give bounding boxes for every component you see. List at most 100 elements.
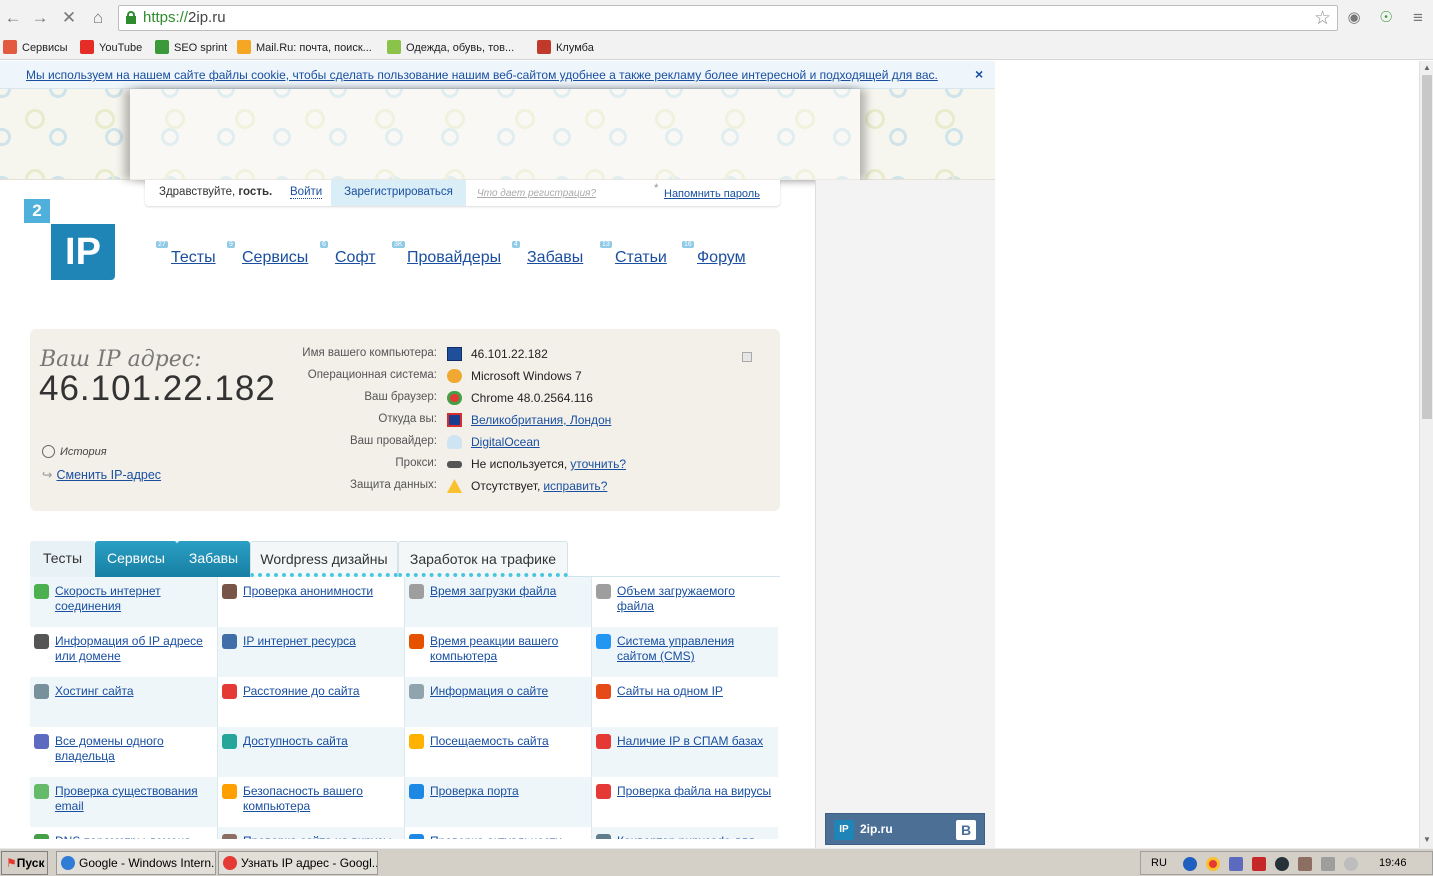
language-indicator[interactable]: RU (1151, 857, 1167, 869)
tool-item[interactable]: Конвертер punycode для (591, 827, 778, 839)
bookmark-star-icon[interactable]: ☆ (1314, 7, 1331, 30)
tool-item[interactable]: Проверка актуальности (404, 827, 591, 839)
tab-3[interactable]: Забавы (177, 541, 250, 577)
detail-value-link[interactable]: исправить? (543, 479, 607, 493)
extension-globe-icon[interactable]: ☉ (1375, 7, 1397, 29)
tool-item[interactable]: Система управления сайтом (CMS) (591, 627, 778, 677)
action-center-icon[interactable] (1321, 857, 1335, 871)
tab-5[interactable]: Заработок на трафике (398, 541, 568, 577)
tool-item[interactable]: Скорость интернет соединения (30, 577, 217, 627)
detail-value-link[interactable]: DigitalOcean (471, 435, 540, 449)
taskbar-task[interactable]: Узнать IP адрес - Googl... (218, 851, 378, 875)
media-tray-icon[interactable] (1275, 857, 1289, 871)
tool-link[interactable]: Время загрузки файла (430, 584, 588, 599)
tool-link[interactable]: Система управления сайтом (CMS) (617, 634, 775, 664)
nav-item-5[interactable]: 4 Забавы (512, 241, 583, 267)
bookmark-item[interactable]: SEO sprint (155, 39, 227, 57)
back-icon[interactable]: ← (2, 7, 24, 29)
tool-item[interactable]: Наличие IP в СПАМ базах (591, 727, 778, 777)
tool-item[interactable]: Безопасность вашего компьютера (217, 777, 404, 827)
tool-link[interactable]: Проверка порта (430, 784, 588, 799)
login-link[interactable]: Войти (290, 186, 323, 199)
detail-value-link[interactable]: Великобритания, Лондон (471, 413, 611, 427)
tool-link[interactable]: Безопасность вашего компьютера (243, 784, 401, 814)
tool-item[interactable]: Проверка анонимности (217, 577, 404, 627)
tool-link[interactable]: Объем загружаемого файла (617, 584, 775, 614)
tab-4[interactable]: Wordpress дизайны (250, 541, 398, 577)
bookmark-item[interactable]: YouTube (80, 39, 142, 57)
scroll-thumb[interactable] (1422, 75, 1432, 419)
ie-tray-icon[interactable] (1183, 857, 1197, 871)
tool-link[interactable]: Посещаемость сайта (430, 734, 588, 749)
remind-password-link[interactable]: Напомнить пароль (664, 188, 760, 200)
extension-eye-icon[interactable]: ◉ (1343, 7, 1365, 29)
bookmark-item[interactable]: Mail.Ru: почта, поиск... (237, 39, 372, 57)
nav-item-1[interactable]: 27 Тесты (156, 241, 216, 267)
home-icon[interactable]: ⌂ (87, 7, 109, 29)
tool-link[interactable]: IP интернет ресурса (243, 634, 401, 649)
page-scrollbar[interactable]: ▲ ▼ (1419, 61, 1433, 848)
security-tray-icon[interactable] (1252, 857, 1266, 871)
scroll-up-icon[interactable]: ▲ (1422, 63, 1432, 72)
tool-link[interactable]: Проверка актуальности (430, 834, 588, 839)
tool-item[interactable]: Проверка порта (404, 777, 591, 827)
clock[interactable]: 19:46 (1379, 857, 1407, 869)
nav-item-2[interactable]: 9 Сервисы (227, 241, 308, 267)
tool-link[interactable]: Сайты на одном IP (617, 684, 775, 699)
tool-link[interactable]: Проверка анонимности (243, 584, 401, 599)
history-link[interactable]: История (42, 445, 107, 458)
tool-item[interactable]: Время загрузки файла (404, 577, 591, 627)
bookmark-item[interactable]: Одежда, обувь, тов... (387, 39, 514, 57)
tool-item[interactable]: Проверка существования email (30, 777, 217, 827)
app-tray-icon[interactable] (1229, 857, 1243, 871)
cookie-notice-text[interactable]: Мы используем на нашем сайте файлы cooki… (26, 68, 938, 82)
tool-link[interactable]: Проверка существования email (55, 784, 213, 814)
menu-icon[interactable]: ≡ (1407, 7, 1429, 29)
tool-link[interactable]: Доступность сайта (243, 734, 401, 749)
nav-item-7[interactable]: 16 Форум (682, 241, 746, 267)
tool-link[interactable]: Проверка файла на вирусы (617, 784, 775, 799)
tool-link[interactable]: Хостинг сайта (55, 684, 213, 699)
tool-item[interactable]: Посещаемость сайта (404, 727, 591, 777)
forward-icon[interactable]: → (29, 7, 51, 29)
why-register-link[interactable]: Что дает регистрация? (477, 188, 596, 199)
cookie-close-button[interactable]: × (975, 66, 983, 82)
network-tray-icon[interactable] (1298, 857, 1312, 871)
tool-item[interactable]: Информация о сайте (404, 677, 591, 727)
vk-widget[interactable]: IP 2ip.ru B (825, 813, 985, 845)
register-button[interactable]: Зарегистрироваться (331, 180, 466, 206)
bookmark-item[interactable]: Клумба (537, 39, 594, 57)
chrome-tray-icon[interactable] (1206, 857, 1220, 871)
bookmark-item[interactable]: Сервисы (3, 39, 68, 57)
tool-item[interactable]: Проверка сайта на вирусы (217, 827, 404, 839)
tool-item[interactable]: Сайты на одном IP (591, 677, 778, 727)
nav-item-4[interactable]: 3K Провайдеры (392, 241, 501, 267)
tool-item[interactable]: Информация об IP адресе или домене (30, 627, 217, 677)
tab-2[interactable]: Сервисы (95, 541, 177, 577)
tool-link[interactable]: Наличие IP в СПАМ базах (617, 734, 775, 749)
tool-item[interactable]: Все домены одного владельца (30, 727, 217, 777)
tool-link[interactable]: Все домены одного владельца (55, 734, 213, 764)
tool-link[interactable]: Информация об IP адресе или домене (55, 634, 213, 664)
nav-item-3[interactable]: 6 Софт (320, 241, 376, 267)
start-button[interactable]: ⚑Пуск (1, 851, 48, 875)
tool-item[interactable]: DNS параметры домена (30, 827, 217, 839)
taskbar-task[interactable]: Google - Windows Intern... (56, 851, 216, 875)
stop-icon[interactable]: ✕ (58, 7, 80, 29)
change-ip-link[interactable]: ↪ Сменить IP-адрес (42, 467, 161, 482)
tool-link[interactable]: Скорость интернет соединения (55, 584, 213, 614)
tool-link[interactable]: DNS параметры домена (55, 834, 213, 839)
details-checkbox[interactable] (742, 352, 752, 362)
tool-item[interactable]: Расстояние до сайта (217, 677, 404, 727)
tool-link[interactable]: Проверка сайта на вирусы (243, 834, 401, 839)
address-bar[interactable]: https://2ip.ru ☆ (118, 5, 1338, 31)
tool-item[interactable]: Проверка файла на вирусы (591, 777, 778, 827)
tool-link[interactable]: Расстояние до сайта (243, 684, 401, 699)
detail-value-link[interactable]: уточнить? (570, 457, 626, 471)
site-logo[interactable]: 2 IP (24, 199, 116, 281)
nav-item-6[interactable]: 13 Статьи (600, 241, 667, 267)
volume-icon[interactable] (1344, 857, 1358, 871)
tool-item[interactable]: IP интернет ресурса (217, 627, 404, 677)
tool-item[interactable]: Хостинг сайта (30, 677, 217, 727)
tool-link[interactable]: Информация о сайте (430, 684, 588, 699)
